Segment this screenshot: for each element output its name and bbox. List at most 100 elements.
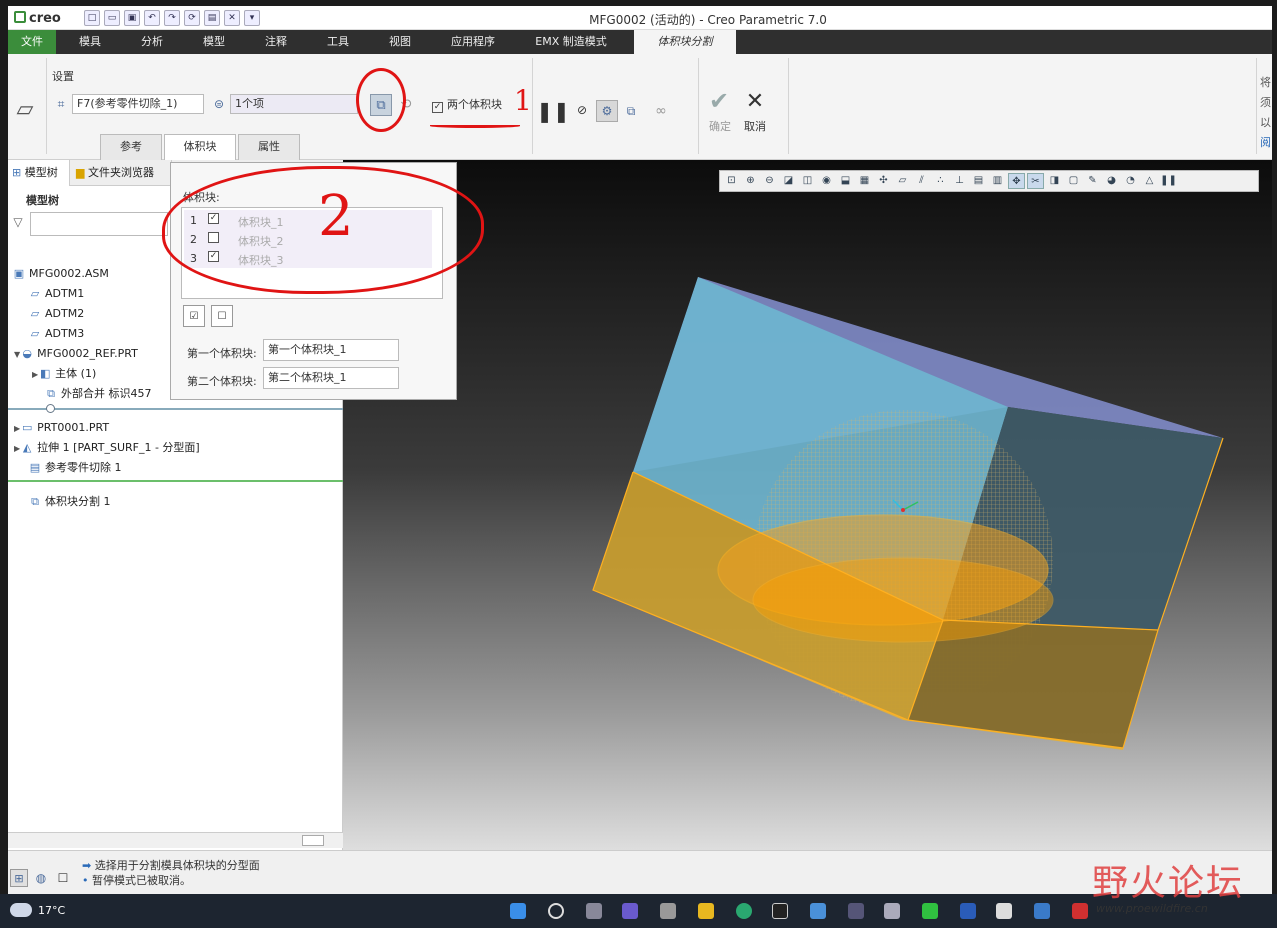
tree-item-body[interactable]: ▶ ◧ 主体 (1) xyxy=(32,364,96,384)
pause-icon[interactable]: ❚❚ xyxy=(536,99,570,123)
no-preview-icon[interactable]: ⊘ xyxy=(574,102,590,118)
tab-analysis[interactable]: 分析 xyxy=(126,30,178,54)
tree-item-adtm3[interactable]: ▱ ADTM3 xyxy=(28,324,84,344)
datum-plane-icon: ▱ xyxy=(30,307,40,320)
tree-item-label: ADTM1 xyxy=(45,287,85,300)
second-volume-label: 第二个体积块: xyxy=(187,375,257,388)
tab-model-tree[interactable]: ⊞ 模型树 xyxy=(8,160,70,186)
tree-header: 模型树 xyxy=(26,194,59,207)
two-volumes-option[interactable]: ✓ 两个体积块 xyxy=(432,96,502,113)
preview-icon[interactable]: ⚙ xyxy=(596,100,618,122)
tree-item-label: 体积块分割 1 xyxy=(45,495,111,508)
folder-browser-tab-label: 文件夹浏览器 xyxy=(87,166,154,179)
subtab-properties[interactable]: 属性 xyxy=(238,134,300,160)
app-icon-1[interactable] xyxy=(848,903,864,919)
side-hint-3: 以 xyxy=(1260,116,1271,129)
tree-item-extrude[interactable]: ▶ ◭ 拉伸 1 [PART_SURF_1 - 分型面] xyxy=(14,438,200,458)
side-hint-1: 将 xyxy=(1260,76,1271,89)
weather-temp[interactable]: 17°C xyxy=(38,904,65,917)
glasses-icon[interactable]: ∞ xyxy=(648,102,674,120)
assembly-icon: ▣ xyxy=(13,267,25,280)
side-hint-link[interactable]: 阅 xyxy=(1260,134,1271,150)
tab-volume-split[interactable]: 体积块分割 xyxy=(634,30,736,54)
tree-item-asm[interactable]: ▣ MFG0002.ASM xyxy=(12,264,109,284)
tree-item-cutout[interactable]: ▤ 参考零件切除 1 xyxy=(28,458,122,478)
part-icon: ◒ xyxy=(22,347,32,360)
mold-model-graphic[interactable] xyxy=(343,160,1272,850)
tree-item-volume-split[interactable]: ⧉ 体积块分割 1 xyxy=(28,492,111,512)
settings-icon[interactable] xyxy=(660,903,676,919)
first-volume-label: 第一个体积块: xyxy=(187,347,257,360)
tree-item-adtm1[interactable]: ▱ ADTM1 xyxy=(28,284,84,304)
tab-folder-browser[interactable]: ▆ 文件夹浏览器 xyxy=(72,160,172,186)
volume-split-icon: ▱ xyxy=(16,96,34,122)
surface-icon: ⌗ xyxy=(57,96,65,111)
search-icon[interactable] xyxy=(548,903,564,919)
nav-toggle-icon[interactable]: ⊞ xyxy=(10,869,28,887)
subtab-volumes[interactable]: 体积块 xyxy=(164,134,236,160)
explorer-icon[interactable] xyxy=(698,903,714,919)
status-bar: ⊞ ◍ ☐ ➡ 选择用于分割模具体积块的分型面 • 暂停模式已被取消。 xyxy=(8,850,1272,894)
confirm-button[interactable]: 确定 xyxy=(709,118,731,134)
tab-emx[interactable]: EMX 制造模式 xyxy=(518,30,624,54)
tree-item-merge[interactable]: ⧉ 外部合并 标识457 xyxy=(44,384,152,404)
confirm-check-icon[interactable]: ✔ xyxy=(706,87,732,115)
two-volumes-label: 两个体积块 xyxy=(447,98,502,111)
check-all-icon[interactable]: ☑ xyxy=(183,305,205,327)
tab-view[interactable]: 视图 xyxy=(374,30,426,54)
window-title: MFG0002 (活动的) - Creo Parametric 7.0 xyxy=(589,13,827,27)
word-icon[interactable] xyxy=(960,903,976,919)
windows-taskbar: 17°C xyxy=(0,894,1277,928)
scroll-thumb[interactable] xyxy=(302,835,324,846)
app-icon-2[interactable] xyxy=(1034,903,1050,919)
horizontal-scrollbar[interactable] xyxy=(8,832,343,848)
tab-tools[interactable]: 工具 xyxy=(312,30,364,54)
wechat-icon[interactable] xyxy=(922,903,938,919)
verify-icon[interactable]: ⧉ xyxy=(622,102,640,120)
graphics-viewport[interactable]: ⊡ ⊕ ⊖ ◪ ◫ ◉ ⬓ ▦ ✣ ▱ ⫽ ∴ ⊥ ▤ ▥ ✥ ✂ ◨ ▢ ✎ … xyxy=(343,160,1272,850)
tree-item-adtm2[interactable]: ▱ ADTM2 xyxy=(28,304,84,324)
model-tree-icon: ⊞ xyxy=(12,166,22,179)
checkbox-checked-icon[interactable]: ✓ xyxy=(432,102,443,113)
body-icon: ◧ xyxy=(39,367,51,380)
fullscreen-icon[interactable]: ☐ xyxy=(54,869,72,887)
tree-item-prt0001[interactable]: ▶ ▭ PRT0001.PRT xyxy=(14,418,109,438)
start-icon[interactable] xyxy=(510,903,526,919)
tab-annotate[interactable]: 注释 xyxy=(250,30,302,54)
uncheck-all-icon[interactable]: ☐ xyxy=(211,305,233,327)
annotation-number-2: 2 xyxy=(318,184,354,249)
status-line-2: 暂停模式已被取消。 xyxy=(92,874,191,887)
cancel-x-icon[interactable]: ✕ xyxy=(742,88,768,114)
app-icon-3[interactable] xyxy=(1072,903,1088,919)
tree-filter-input[interactable] xyxy=(30,212,168,236)
second-volume-input[interactable]: 第二个体积块_1 xyxy=(263,367,399,389)
status-line-1: 选择用于分割模具体积块的分型面 xyxy=(94,859,260,872)
edge-icon[interactable] xyxy=(736,903,752,919)
tab-mold[interactable]: 模具 xyxy=(64,30,116,54)
tree-item-label: 外部合并 标识457 xyxy=(61,387,152,400)
filter-icon[interactable]: ▽ xyxy=(10,214,26,230)
weather-icon[interactable] xyxy=(10,903,32,917)
tree-item-ref-prt[interactable]: ▼ ◒ MFG0002_REF.PRT xyxy=(14,344,138,364)
qq-icon[interactable] xyxy=(772,903,788,919)
annotation-circle-1 xyxy=(356,68,406,132)
tree-item-label: 参考零件切除 1 xyxy=(45,461,122,474)
calendar-icon[interactable] xyxy=(996,903,1012,919)
tab-file[interactable]: 文件 xyxy=(8,30,56,54)
annotation-number-1: 1 xyxy=(514,84,532,117)
ribbon-tabs: 文件 模具 分析 模型 注释 工具 视图 应用程序 EMX 制造模式 体积块分割 xyxy=(8,30,1272,54)
mail-icon[interactable] xyxy=(810,903,826,919)
calculator-icon[interactable] xyxy=(884,903,900,919)
tab-applications[interactable]: 应用程序 xyxy=(440,30,506,54)
tab-model[interactable]: 模型 xyxy=(188,30,240,54)
chat-icon[interactable] xyxy=(622,903,638,919)
browser-toggle-icon[interactable]: ◍ xyxy=(32,869,50,887)
merge-icon: ⧉ xyxy=(47,387,55,400)
divider-handle[interactable] xyxy=(46,404,55,413)
cancel-button[interactable]: 取消 xyxy=(744,118,766,134)
first-volume-input[interactable]: 第一个体积块_1 xyxy=(263,339,399,361)
reference-field[interactable]: F7(参考零件切除_1) xyxy=(72,94,204,114)
items-field[interactable]: 1个项 xyxy=(230,94,358,114)
subtab-references[interactable]: 参考 xyxy=(100,134,162,160)
task-view-icon[interactable] xyxy=(586,903,602,919)
